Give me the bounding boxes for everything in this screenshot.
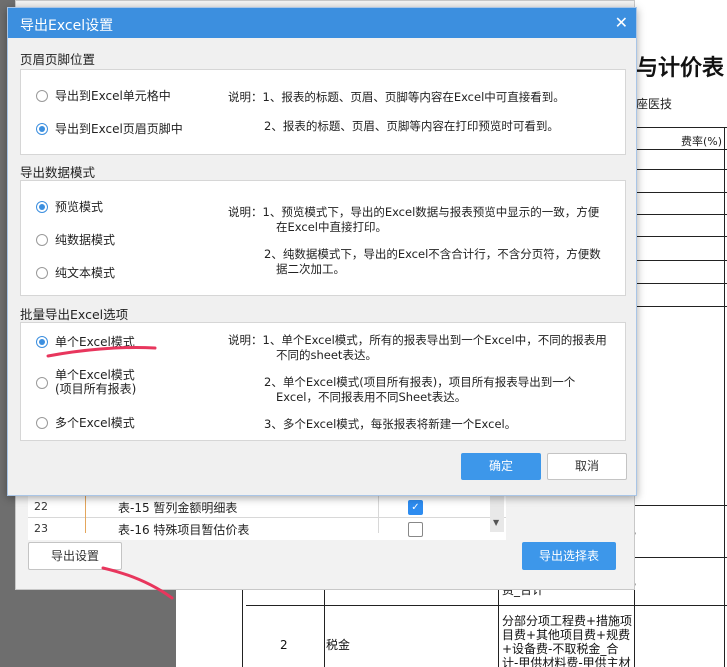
- annotation-strokes: [46, 345, 174, 600]
- underline-annotation: [46, 345, 157, 358]
- underline-annotation: [101, 566, 174, 600]
